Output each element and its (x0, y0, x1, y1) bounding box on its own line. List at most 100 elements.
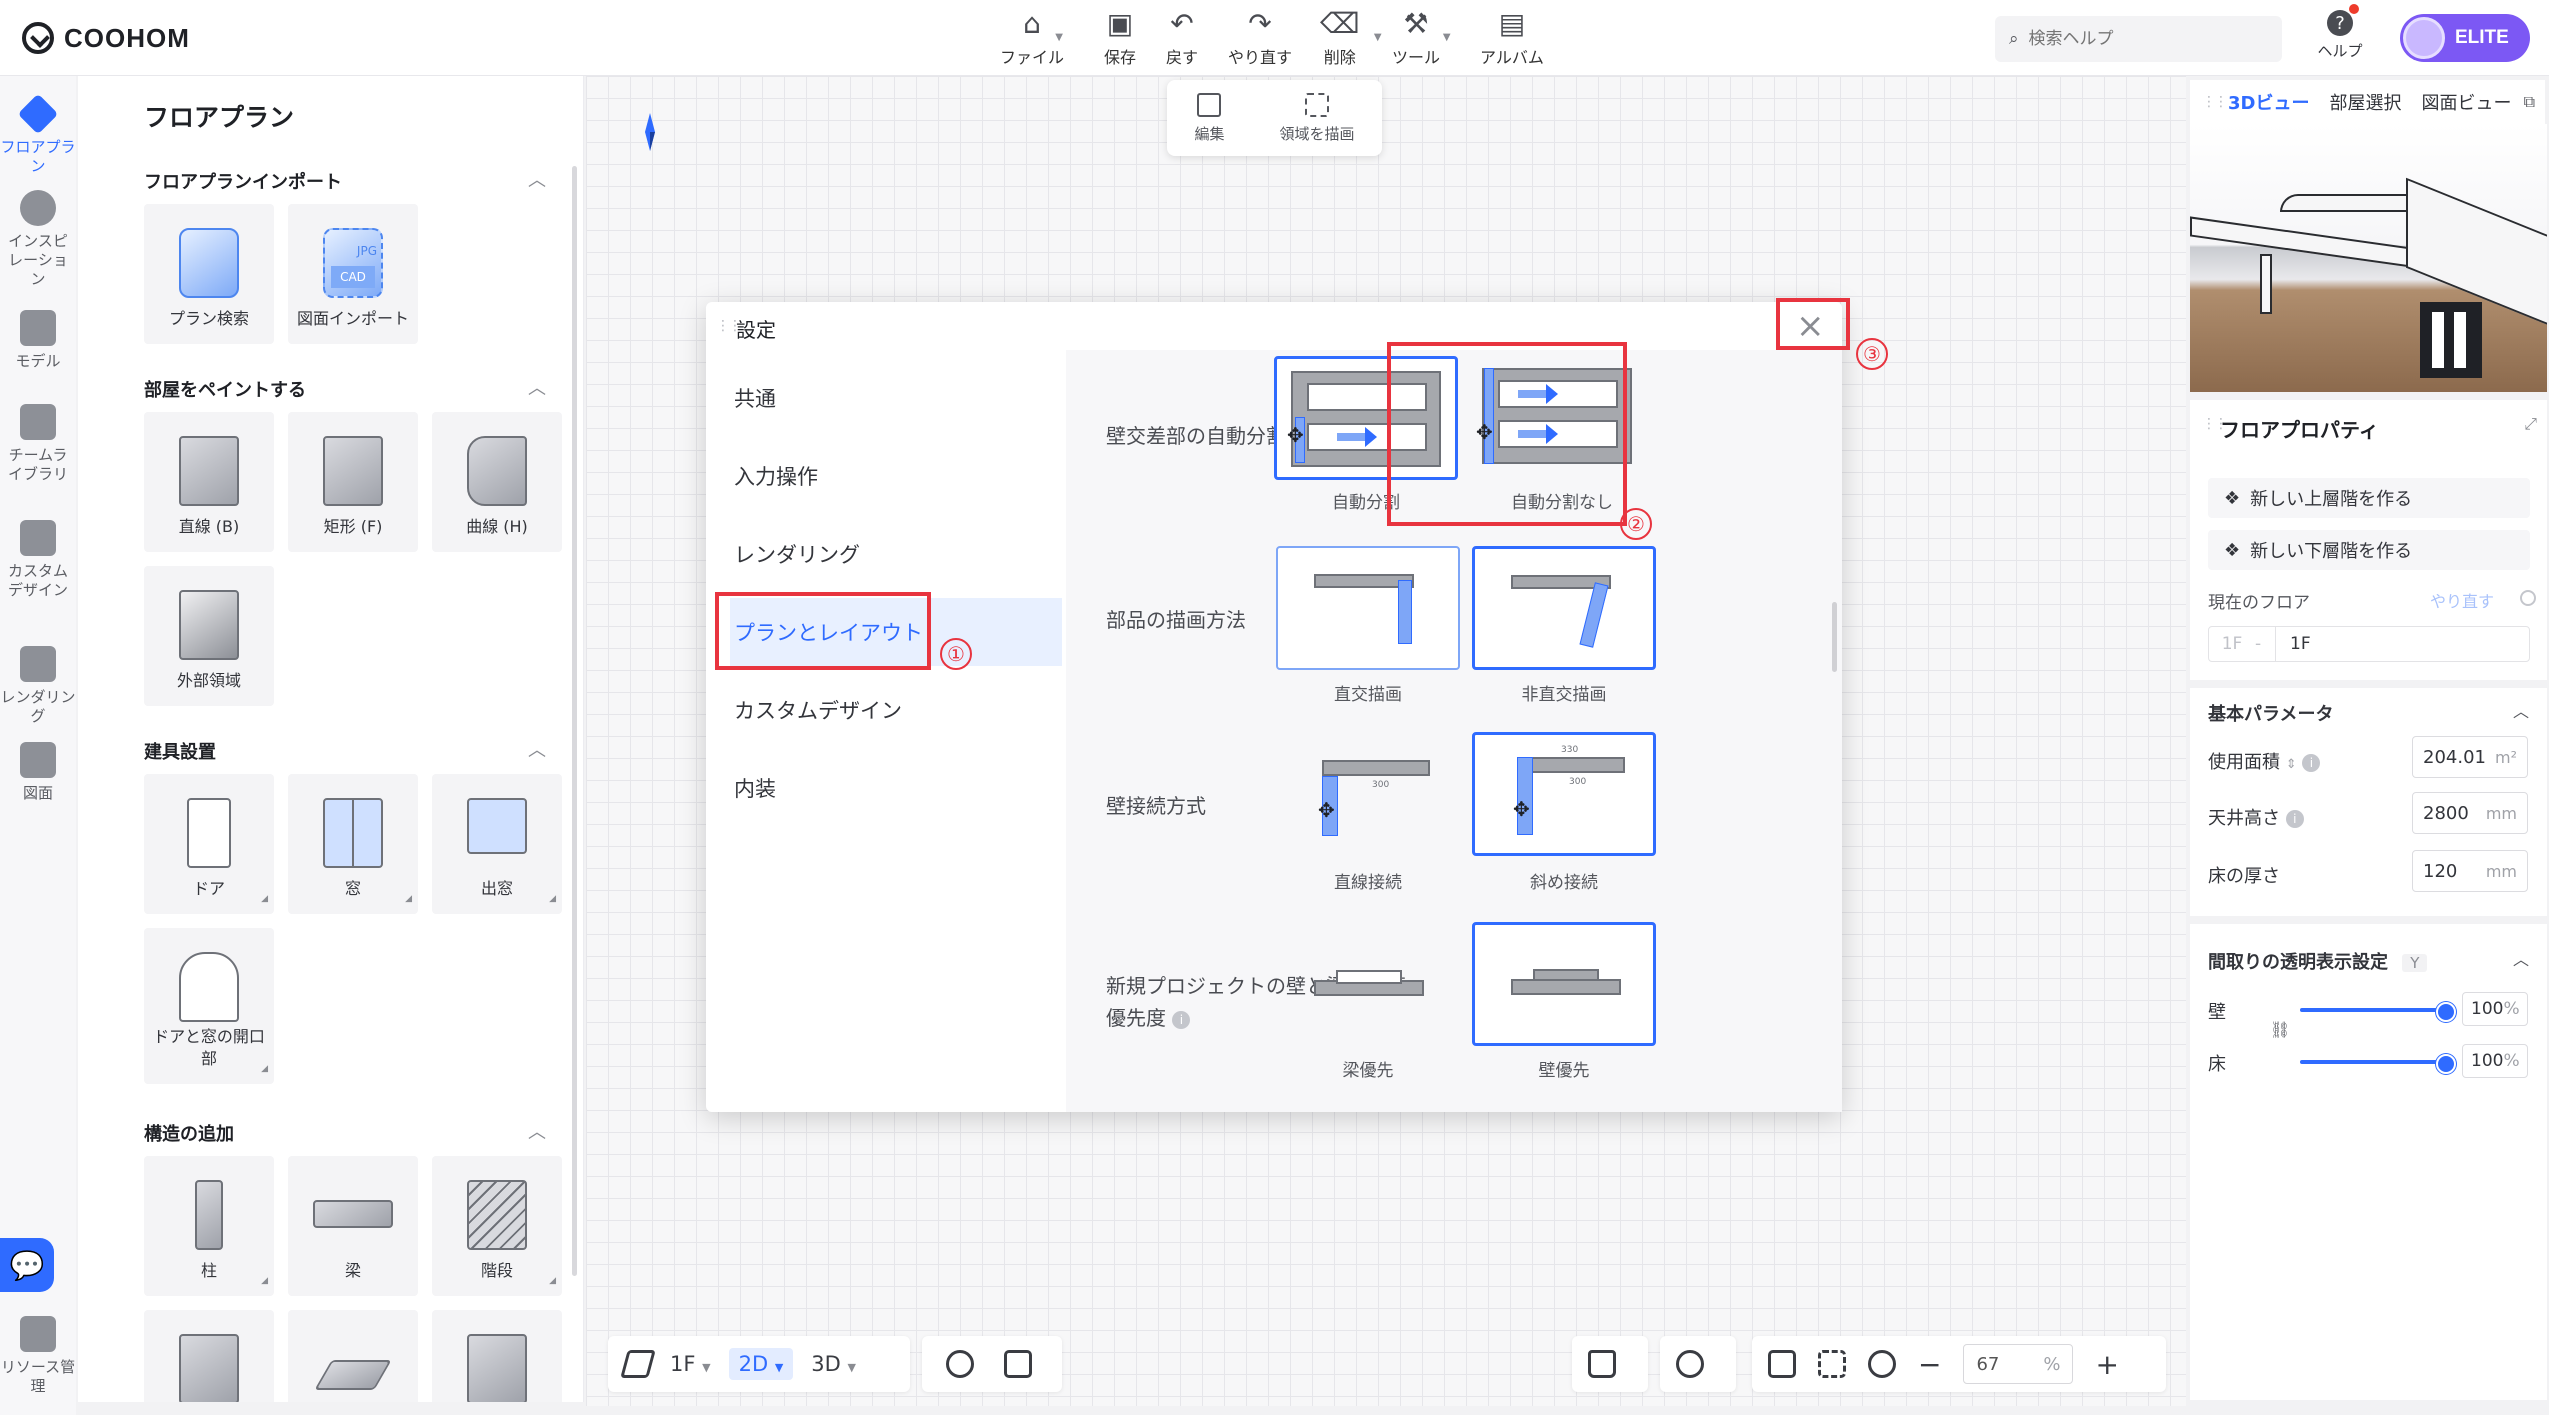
lock-icon[interactable] (1588, 1350, 1616, 1378)
link-icon[interactable]: ⛓ (2270, 1020, 2290, 1039)
drawing-import-tile[interactable]: JPG CAD 図面インポート (288, 204, 418, 344)
nav-custom-design[interactable]: カスタムデザイン (730, 676, 1062, 744)
help-search[interactable]: ⌕ (1995, 16, 2282, 62)
wall-opacity-slider[interactable] (2300, 1002, 2456, 1022)
info-icon[interactable] (2520, 590, 2536, 606)
stairs-tile[interactable]: 階段 ◢ (432, 1156, 562, 1296)
3d-preview[interactable] (2190, 124, 2547, 392)
rail-item-drawing[interactable]: 図面 (0, 742, 76, 803)
settings-nav: 共通 入力操作 レンダリング プランとレイアウト カスタムデザイン 内装 (706, 350, 1066, 1112)
view-2d-toggle[interactable]: 2D ▼ (728, 1348, 794, 1380)
zoom-out-button[interactable]: − (1918, 1348, 1941, 1381)
chevron-up-icon[interactable]: ︿ (2513, 698, 2529, 722)
chevron-up-icon[interactable]: ︿ (528, 166, 546, 192)
paint-line-tile[interactable]: 直線 (B) (144, 412, 274, 552)
drag-handle-icon[interactable]: ⋮⋮ (2202, 94, 2228, 110)
content-scrollbar[interactable] (1832, 602, 1837, 672)
rail-item-custom-design[interactable]: カスタムデザイン (0, 520, 76, 600)
help-button[interactable]: ? ヘルプ (2310, 4, 2370, 66)
floor-opacity-input[interactable]: 100% (2462, 1044, 2528, 1078)
measure-icon[interactable] (1768, 1350, 1796, 1378)
structure-tile-more-1[interactable] (144, 1310, 274, 1402)
floor-thickness-input[interactable]: 120 mm (2412, 850, 2528, 892)
area-input[interactable]: 204.01 m² (2412, 736, 2528, 778)
door-tile[interactable]: ドア ◢ (144, 774, 274, 914)
zoom-area-icon[interactable] (1868, 1350, 1896, 1378)
popout-icon[interactable]: ⧉ (2524, 92, 2535, 112)
account-badge[interactable]: ELITE (2400, 14, 2530, 62)
option-diagonal-connection[interactable]: 330 300 ✥ (1472, 732, 1656, 856)
new-lower-floor-button[interactable]: ❖ 新しい下層階を作る (2208, 530, 2530, 570)
file-menu-button[interactable]: ⌂ ▼ ファイル (1000, 8, 1064, 68)
rail-item-floorplan[interactable]: フロアプラン (0, 93, 76, 176)
dialog-header[interactable]: ⋮⋮ 設定 (706, 302, 1842, 350)
rail-item-model[interactable]: モデル (0, 310, 76, 371)
plan-search-tile[interactable]: プラン検索 (144, 204, 274, 344)
window-tile[interactable]: 窓 ◢ (288, 774, 418, 914)
eye-icon[interactable] (946, 1350, 974, 1378)
edit-button[interactable]: 編集 (1194, 92, 1225, 144)
beam-tile[interactable]: 梁 (288, 1156, 418, 1296)
floor-select[interactable]: 1F ▼ (670, 1352, 711, 1376)
close-icon[interactable]: × (1796, 309, 1825, 343)
info-icon[interactable]: i (2285, 810, 2304, 828)
search-input[interactable] (2028, 29, 2249, 49)
info-icon[interactable]: i (2302, 754, 2321, 772)
chevron-up-icon[interactable]: ︿ (2513, 946, 2529, 970)
wall-opacity-input[interactable]: 100% (2462, 992, 2528, 1026)
nav-input[interactable]: 入力操作 (730, 442, 1062, 510)
layers-icon[interactable] (620, 1350, 656, 1378)
redo-link[interactable]: やり直す (2430, 588, 2494, 612)
ceiling-input[interactable]: 2800 mm (2412, 792, 2528, 834)
undo-button[interactable]: ↶ 戻す (1166, 8, 1198, 68)
props-title: フロアプロパティ (2220, 418, 2379, 442)
option-beam-priority[interactable] (1276, 922, 1460, 1046)
save-button[interactable]: ▣ 保存 (1104, 8, 1136, 68)
column-tile[interactable]: 柱 ◢ (144, 1156, 274, 1296)
draw-area-button[interactable]: 領域を描画 (1279, 92, 1355, 144)
tools-menu-button[interactable]: ⚒ ▼ ツール (1392, 8, 1451, 68)
fit-view-icon[interactable] (1818, 1350, 1846, 1378)
rail-item-inspiration[interactable]: インスピレーション (0, 190, 76, 289)
app-logo[interactable]: COOHOM (22, 20, 190, 56)
zoom-input[interactable]: 67 % (1963, 1344, 2074, 1384)
tab-3d-view[interactable]: 3Dビュー (2228, 89, 2309, 115)
option-orthogonal[interactable] (1276, 546, 1460, 670)
rail-item-rendering[interactable]: レンダリング (0, 646, 76, 726)
toggle-icon[interactable] (1676, 1350, 1704, 1378)
redo-button[interactable]: ↷ やり直す (1228, 8, 1292, 68)
structure-tile-more-3[interactable] (432, 1310, 562, 1402)
option-wall-priority[interactable] (1472, 922, 1656, 1046)
option-straight-connection[interactable]: 300 ✥ (1276, 734, 1460, 858)
rail-item-team-library[interactable]: チームライブラリ (0, 404, 76, 484)
paint-rect-tile[interactable]: 矩形 (F) (288, 412, 418, 552)
cube-view-icon[interactable] (1004, 1350, 1032, 1378)
structure-tile-more-2[interactable] (288, 1310, 418, 1402)
tab-room-select[interactable]: 部屋選択 (2329, 89, 2401, 115)
new-upper-floor-button[interactable]: ❖ 新しい上層階を作る (2208, 478, 2530, 518)
option-non-orthogonal[interactable] (1472, 546, 1656, 670)
nav-interior[interactable]: 内装 (730, 754, 1062, 822)
chat-button[interactable]: 💬 (0, 1238, 54, 1292)
expand-icon[interactable]: ⤢ (2524, 414, 2537, 434)
nav-common[interactable]: 共通 (730, 364, 1062, 432)
opening-tile[interactable]: ドアと窓の開口部 ◢ (144, 928, 274, 1084)
chevron-up-icon[interactable]: ︿ (528, 1118, 546, 1144)
panel-scrollbar[interactable] (572, 166, 577, 1276)
view-3d-toggle[interactable]: 3D ▼ (811, 1352, 856, 1376)
bay-window-tile[interactable]: 出窓 ◢ (432, 774, 562, 914)
zoom-in-button[interactable]: + (2095, 1348, 2118, 1381)
chevron-up-icon[interactable]: ︿ (528, 736, 546, 762)
floor-opacity-slider[interactable] (2300, 1054, 2456, 1074)
paint-curve-tile[interactable]: 曲線 (H) (432, 412, 562, 552)
delete-button[interactable]: ⌫ ▼ 削除 (1320, 8, 1382, 68)
tab-drawing-view[interactable]: 図面ビュー (2421, 89, 2511, 115)
sort-icon[interactable]: ⇕ (2286, 757, 2297, 772)
rail-item-resource-management[interactable]: リソース管理 (0, 1316, 76, 1396)
paint-exterior-tile[interactable]: 外部領域 (144, 566, 274, 706)
album-button[interactable]: ▤ アルバム (1480, 8, 1544, 68)
info-icon[interactable]: i (1172, 1010, 1191, 1029)
nav-rendering[interactable]: レンダリング (730, 520, 1062, 588)
current-floor-field[interactable]: 1F - 1F (2208, 626, 2530, 662)
chevron-up-icon[interactable]: ︿ (528, 374, 546, 400)
